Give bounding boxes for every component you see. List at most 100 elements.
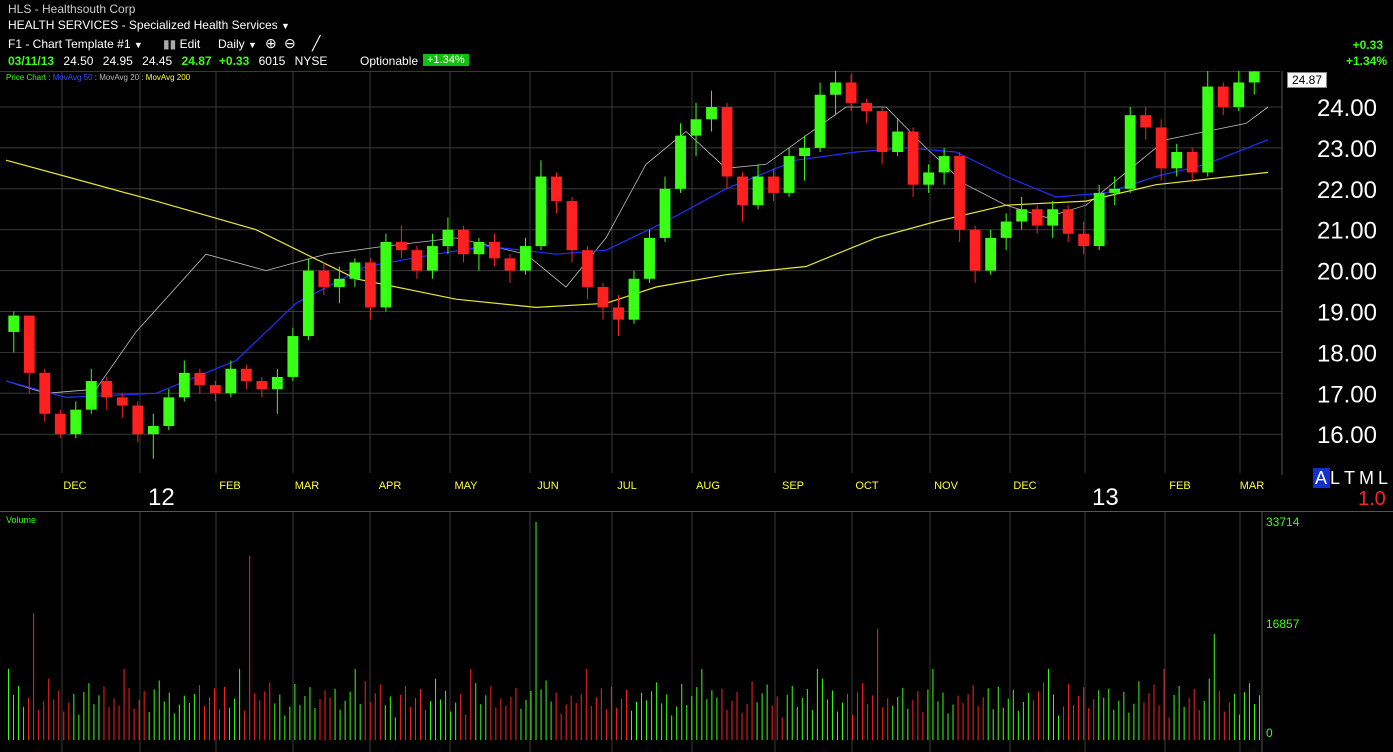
price-tick-label: 24.00: [1317, 95, 1377, 122]
candle-body: [1062, 209, 1074, 234]
ma-line-movavg-50: [5, 139, 1269, 399]
candle-body: [116, 397, 128, 406]
month-tick-label: FEB: [219, 480, 240, 492]
edit-label: Edit: [179, 37, 201, 51]
candle-body: [70, 409, 82, 435]
scale-a-toggle[interactable]: A: [1313, 468, 1331, 488]
candle-body: [411, 250, 423, 271]
quote-last: 24.87: [181, 54, 212, 68]
price-tick-label: 23.00: [1317, 136, 1377, 163]
candle-body: [1016, 209, 1028, 222]
candle-body: [551, 176, 562, 202]
candle-body: [1171, 151, 1183, 169]
quote-volume: 6015: [258, 54, 286, 68]
candle-body: [380, 241, 392, 308]
quote-date: 03/11/13: [8, 54, 55, 68]
candle-body: [442, 229, 454, 247]
draw-tool-icon[interactable]: ╱: [312, 35, 320, 52]
candle-body: [256, 381, 268, 390]
candle-body: [690, 119, 702, 136]
candle-body: [876, 111, 888, 152]
candle-body: [54, 413, 66, 435]
candle-body: [597, 286, 609, 308]
candle-body: [1031, 209, 1043, 226]
volume-chart[interactable]: 33714 16857 0: [0, 512, 1393, 752]
candle-body: [969, 229, 981, 271]
volume-bars: [8, 522, 1260, 740]
pct-change-badge: +1.34%: [423, 54, 469, 66]
quote-low: 24.45: [142, 54, 173, 68]
bar-chart-icon: ▮▮: [163, 37, 177, 51]
candle-body: [644, 237, 655, 279]
candle-body: [675, 135, 686, 189]
candle-body: [349, 262, 361, 279]
price-tick-label: 18.00: [1317, 340, 1377, 367]
candle-body: [287, 336, 299, 377]
candle-body: [768, 176, 779, 193]
candle-body: [209, 385, 221, 394]
candle-body: [85, 381, 97, 410]
price-chart[interactable]: 24.00 23.00 22.00 21.00 20.00 19.00 18.00 17.00…: [0, 71, 1393, 511]
period-dropdown[interactable]: Daily ▼: [218, 37, 257, 51]
year-label-13: 13: [1092, 484, 1119, 511]
candle-body: [830, 82, 842, 95]
scale-m-toggle[interactable]: M: [1359, 468, 1375, 488]
template-dropdown[interactable]: F1 - Chart Template #1 ▼: [8, 37, 143, 51]
candle-body: [489, 241, 500, 259]
candle-body: [535, 176, 547, 247]
price-grid: [0, 71, 1282, 473]
candle-body: [101, 381, 113, 398]
scale-l2-toggle[interactable]: L: [1378, 468, 1389, 488]
candle-body: [302, 270, 314, 337]
right-pct: +1.34%: [1345, 54, 1387, 68]
price-tick-label: 19.00: [1317, 300, 1377, 327]
scale-ratio: 1.0: [1358, 488, 1386, 510]
candle-body: [504, 258, 516, 271]
candle-body: [1047, 209, 1059, 226]
month-tick-label: AUG: [696, 480, 720, 492]
candle-body: [985, 237, 997, 271]
month-tick-label: FEB: [1169, 480, 1190, 492]
candle-body: [458, 229, 469, 255]
month-tick-label: NOV: [934, 480, 959, 492]
candle-body: [613, 307, 624, 320]
vol-axis-mid: 16857: [1266, 617, 1300, 631]
candle-body: [395, 241, 407, 251]
candle-body: [799, 147, 810, 157]
month-tick-label: MAY: [454, 480, 478, 492]
template-label: F1 - Chart Template #1: [8, 37, 131, 51]
month-tick-label: MAR: [295, 480, 320, 492]
candle-body: [194, 372, 206, 386]
candle-body: [1155, 127, 1167, 169]
vol-axis-zero: 0: [1266, 726, 1273, 740]
month-axis-labels: DEC FEB MAR APR MAY JUN JUL AUG SEP OCT NOV DEC FEB M…: [63, 480, 1264, 492]
candle-body: [178, 372, 190, 398]
price-tick-label: 20.00: [1317, 259, 1377, 286]
zoom-out-icon[interactable]: ⊖: [284, 35, 296, 52]
candle-body: [1093, 192, 1105, 247]
candle-body: [659, 188, 671, 238]
sector-line[interactable]: HEALTH SERVICES - Specialized Health Ser…: [8, 18, 290, 32]
period-label: Daily: [218, 37, 245, 51]
candle-body: [721, 107, 733, 177]
candle-body: [1186, 151, 1198, 173]
month-tick-label: JUL: [617, 480, 637, 492]
scale-controls[interactable]: ALTML: [1313, 468, 1389, 489]
moving-averages: [5, 106, 1269, 399]
month-tick-label: SEP: [782, 480, 804, 492]
edit-button[interactable]: ▮▮ Edit: [163, 37, 200, 51]
candle-body: [566, 201, 578, 251]
candle-body: [861, 102, 873, 112]
last-price-tag: 24.87: [1287, 72, 1328, 88]
price-tick-label: 21.00: [1317, 218, 1377, 245]
candle-body: [39, 372, 51, 414]
candle-body: [938, 156, 950, 173]
candle-body: [907, 131, 919, 185]
quote-row: 03/11/13 24.50 24.95 24.45 24.87 +0.33 6…: [8, 54, 327, 68]
candle-body: [240, 368, 252, 382]
scale-l-toggle[interactable]: L: [1330, 468, 1341, 488]
optionable-label: Optionable: [360, 54, 419, 68]
candle-body: [1217, 86, 1229, 107]
scale-t-toggle[interactable]: T: [1344, 468, 1356, 488]
zoom-in-icon[interactable]: ⊕: [265, 35, 277, 52]
